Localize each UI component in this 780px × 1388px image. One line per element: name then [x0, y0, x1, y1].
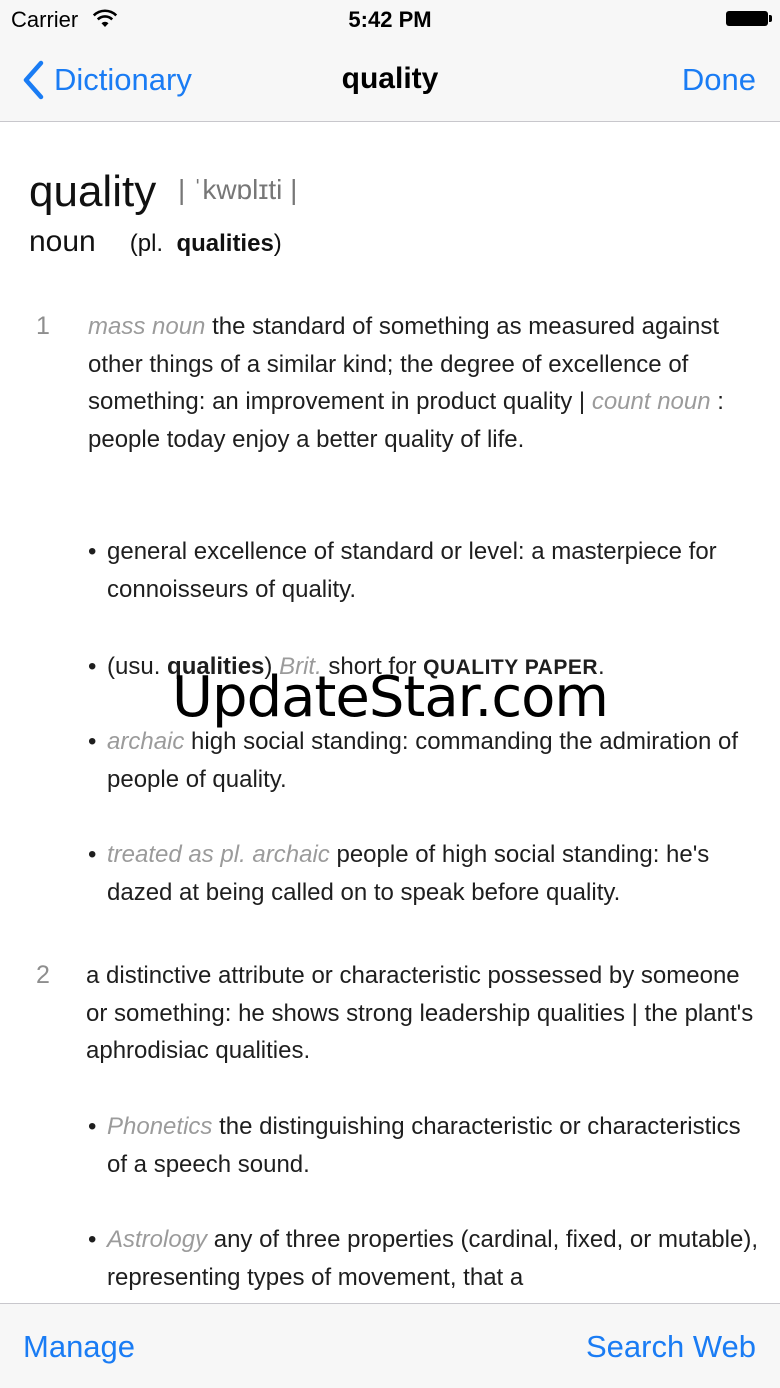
subsense-text: high social standing: commanding the adm…	[107, 728, 739, 793]
headword: quality	[29, 167, 157, 216]
search-web-button[interactable]: Search Web	[586, 1329, 756, 1365]
subsense: • Astrology any of three properties (car…	[88, 1221, 760, 1296]
bullet: •	[88, 538, 97, 565]
usage-label: mass noun	[88, 313, 206, 340]
bullet: •	[88, 1113, 97, 1140]
plural-suffix: )	[273, 230, 282, 257]
usage-label: Phonetics	[107, 1113, 213, 1140]
sense-number: 1	[36, 312, 50, 340]
subsense: • archaic high social standing: commandi…	[88, 723, 760, 798]
back-button-label: Dictionary	[54, 62, 192, 97]
bullet: •	[88, 1226, 97, 1253]
usage-label: treated as pl. archaic	[107, 841, 330, 868]
done-button[interactable]: Done	[682, 62, 756, 98]
sense-number: 2	[36, 961, 50, 989]
back-button[interactable]: Dictionary	[22, 58, 192, 102]
subsense-text: general excellence of standard or level:…	[107, 538, 717, 603]
status-bar: Carrier 5:42 PM	[0, 0, 780, 40]
bullet: •	[88, 841, 97, 868]
plural-form: qualities	[176, 230, 274, 257]
usage-label: Astrology	[107, 1226, 208, 1253]
bottom-toolbar: Manage Search Web	[0, 1303, 780, 1388]
pronunciation: | ˈkwɒlɪti |	[178, 174, 298, 205]
part-of-speech: noun	[29, 225, 96, 258]
sense-definition: a distinctive attribute or characteristi…	[86, 962, 754, 1065]
subsense: • Phonetics the distinguishing character…	[88, 1108, 760, 1183]
watermark: UpdateStar.com	[172, 665, 609, 730]
battery-icon	[726, 11, 772, 26]
status-time: 5:42 PM	[348, 7, 432, 32]
plural-prefix: (pl.	[129, 230, 164, 257]
part-of-speech-row: noun (pl. qualities)	[29, 225, 282, 259]
navigation-bar: Dictionary quality Done	[0, 40, 780, 120]
subsense: • treated as pl. archaic people of high …	[88, 836, 760, 911]
usage-label: archaic	[107, 728, 185, 755]
manage-button[interactable]: Manage	[23, 1329, 135, 1365]
chevron-left-icon	[23, 60, 44, 100]
subsense: • general excellence of standard or leve…	[88, 533, 760, 608]
sense-definition: mass noun the standard of something as m…	[88, 308, 760, 458]
usage-label: count noun	[591, 388, 711, 416]
top-bar: Carrier 5:42 PM Dictionary quality Done	[0, 0, 780, 122]
